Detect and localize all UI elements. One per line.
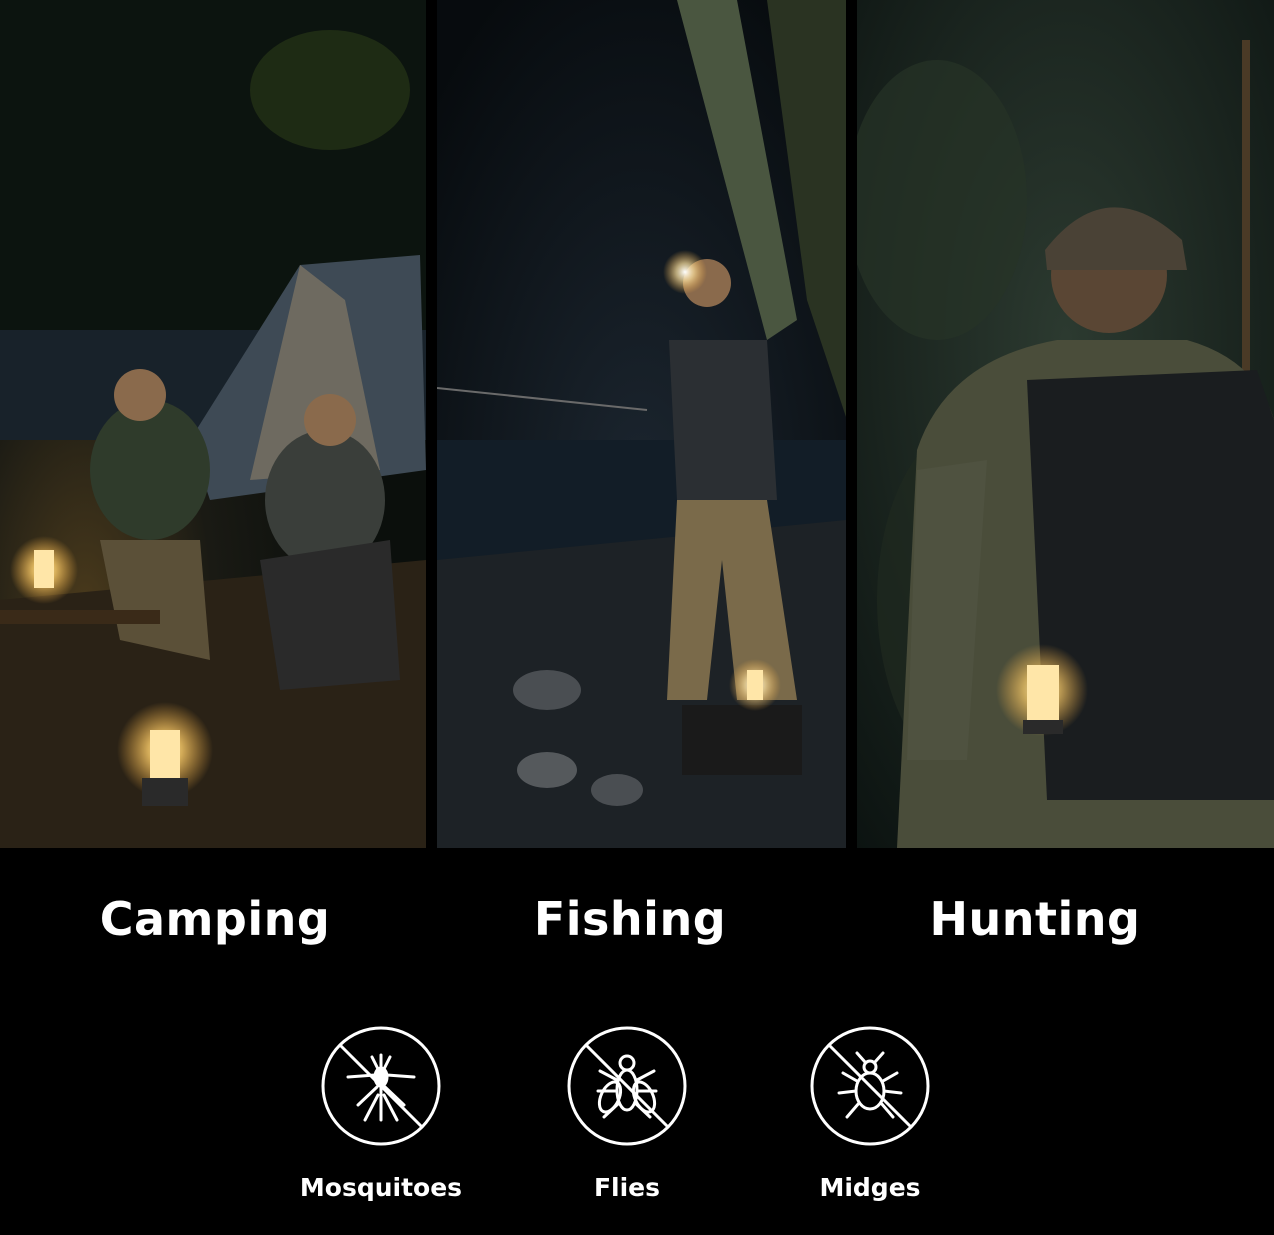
activity-label-camping: Camping bbox=[99, 892, 331, 946]
no-mosquito-icon bbox=[321, 1026, 441, 1146]
pest-label: Mosquitoes bbox=[299, 1173, 463, 1202]
pest-label: Flies bbox=[593, 1173, 661, 1202]
pest-item-flies: Flies bbox=[542, 1025, 712, 1202]
hunting-photo bbox=[857, 0, 1274, 848]
no-fly-icon bbox=[567, 1026, 687, 1146]
activity-label-fishing: Fishing bbox=[533, 892, 727, 946]
photo-strip bbox=[0, 0, 1274, 848]
fishing-photo bbox=[437, 0, 846, 848]
camping-photo bbox=[0, 0, 426, 848]
panel-divider bbox=[846, 0, 857, 848]
panel-divider bbox=[426, 0, 437, 848]
pest-item-mosquitoes: Mosquitoes bbox=[296, 1025, 466, 1202]
no-midge-icon bbox=[810, 1026, 930, 1146]
pest-item-midges: Midges bbox=[785, 1025, 955, 1202]
activity-label-hunting: Hunting bbox=[929, 892, 1141, 946]
pest-label: Midges bbox=[819, 1173, 921, 1202]
